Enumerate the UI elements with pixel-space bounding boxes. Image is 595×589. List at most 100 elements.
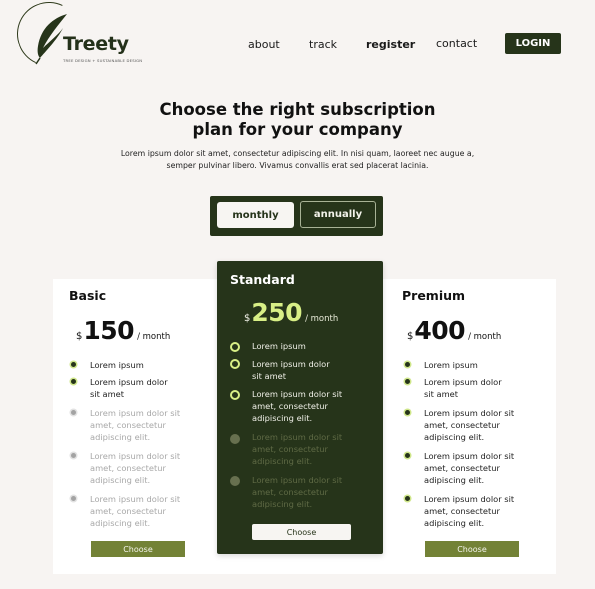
page-subtitle-line-1: Lorem ipsum dolor sit amet, consectetur … [120, 149, 475, 158]
feature-text: adipiscing elit. [90, 518, 151, 528]
nav-link-about[interactable]: about [248, 38, 280, 51]
price-period: / month [137, 332, 171, 342]
feature-text: amet, consectetur [252, 444, 328, 454]
plan-name-standard: Standard [230, 272, 295, 287]
feature-check-icon [405, 410, 410, 415]
choose-basic-button[interactable]: Choose [91, 541, 185, 557]
price-amount: 250 [251, 298, 303, 327]
feature-item-disabled: Lorem ipsum dolor sit amet, consectetur … [90, 450, 180, 486]
feature-disabled-icon [71, 453, 76, 458]
feature-text: Lorem ipsum dolor sit [90, 494, 181, 504]
login-button[interactable]: LOGIN [505, 33, 561, 54]
page-title: Choose the right subscription plan for y… [0, 100, 595, 140]
feature-text: amet, consectetur [424, 420, 500, 430]
feature-check-icon [71, 379, 76, 384]
feature-text: amet, consectetur [252, 487, 328, 497]
feature-item: Lorem ipsum [252, 340, 306, 352]
billing-period-toggle: monthly annually [210, 196, 383, 236]
monthly-toggle-button[interactable]: monthly [217, 202, 294, 228]
feature-text: Lorem ipsum dolor [252, 359, 330, 369]
price-currency: $ [76, 331, 83, 342]
feature-check-icon [405, 362, 410, 367]
feature-item: Lorem ipsum dolor sit amet, consectetur … [424, 493, 514, 529]
plan-price-basic: $ 150 / month [76, 316, 170, 345]
feature-text: Lorem ipsum dolor sit [90, 451, 181, 461]
plan-name-premium: Premium [402, 288, 466, 303]
feature-disabled-icon [71, 410, 76, 415]
plan-card-standard: Standard $ 250 / month Lorem ipsum Lorem… [217, 261, 383, 554]
feature-text: Lorem ipsum dolor [90, 377, 168, 387]
feature-text: Lorem ipsum dolor sit [252, 475, 343, 485]
feature-item-disabled: Lorem ipsum dolor sit amet, consectetur … [90, 407, 180, 443]
brand-name: Treety [63, 33, 129, 55]
annually-toggle-button[interactable]: annually [300, 201, 376, 228]
feature-text: amet, consectetur [90, 506, 166, 516]
feature-item: Lorem ipsum [424, 359, 478, 371]
site-header: Treety TREE DESIGN + SUSTAINABLE DESIGN … [0, 0, 595, 80]
feature-item-disabled: Lorem ipsum dolor sit amet, consectetur … [252, 474, 342, 510]
price-period: / month [305, 314, 339, 324]
feature-text: adipiscing elit. [90, 475, 151, 485]
plan-price-standard: $ 250 / month [244, 298, 338, 327]
nav-link-contact[interactable]: contact [436, 37, 477, 50]
price-amount: 400 [414, 316, 466, 345]
nav-link-register[interactable]: register [366, 38, 415, 51]
brand-logo[interactable]: Treety TREE DESIGN + SUSTAINABLE DESIGN [7, 0, 142, 76]
feature-disabled-icon [71, 496, 76, 501]
feature-text: amet, consectetur [424, 463, 500, 473]
feature-text: Lorem ipsum [424, 360, 478, 370]
feature-text: adipiscing elit. [252, 413, 313, 423]
feature-text: Lorem ipsum [252, 341, 306, 351]
feature-disabled-icon [230, 434, 240, 444]
choose-premium-button[interactable]: Choose [425, 541, 519, 557]
feature-text: adipiscing elit. [424, 475, 485, 485]
price-currency: $ [244, 313, 251, 324]
feature-item-disabled: Lorem ipsum dolor sit amet, consectetur … [90, 493, 180, 529]
choose-standard-button[interactable]: Choose [252, 524, 351, 540]
feature-text: amet, consectetur [252, 401, 328, 411]
feature-text: sit amet [252, 371, 287, 381]
feature-text: adipiscing elit. [424, 432, 485, 442]
feature-text: adipiscing elit. [424, 518, 485, 528]
page-title-line-1: Choose the right subscription [159, 100, 436, 119]
feature-check-icon [405, 496, 410, 501]
feature-item: Lorem ipsum dolor sit amet, consectetur … [252, 388, 342, 424]
price-amount: 150 [83, 316, 135, 345]
feature-item: Lorem ipsum dolor sit amet [252, 358, 330, 382]
feature-check-icon [405, 379, 410, 384]
feature-text: Lorem ipsum dolor sit [424, 408, 515, 418]
feature-text: amet, consectetur [90, 420, 166, 430]
feature-text: Lorem ipsum dolor sit [424, 494, 515, 504]
page-subtitle-line-2: semper pulvinar libero. Vivamus convalli… [166, 161, 429, 170]
feature-item: Lorem ipsum [90, 359, 144, 371]
feature-check-icon [230, 342, 240, 352]
feature-text: Lorem ipsum dolor sit [424, 451, 515, 461]
feature-text: Lorem ipsum dolor sit [252, 432, 343, 442]
feature-check-icon [230, 390, 240, 400]
plan-price-premium: $ 400 / month [407, 316, 501, 345]
price-currency: $ [407, 331, 414, 342]
feature-item: Lorem ipsum dolor sit amet, consectetur … [424, 407, 514, 443]
nav-link-track[interactable]: track [309, 38, 337, 51]
feature-text: adipiscing elit. [90, 432, 151, 442]
feature-item: Lorem ipsum dolor sit amet [424, 376, 502, 400]
feature-text: sit amet [90, 389, 125, 399]
feature-check-icon [405, 453, 410, 458]
feature-text: adipiscing elit. [252, 499, 313, 509]
feature-text: sit amet [424, 389, 459, 399]
feature-text: Lorem ipsum dolor sit [252, 389, 343, 399]
feature-text: Lorem ipsum dolor sit [90, 408, 181, 418]
feature-text: amet, consectetur [424, 506, 500, 516]
feature-text: amet, consectetur [90, 463, 166, 473]
feature-disabled-icon [230, 476, 240, 486]
feature-text: adipiscing elit. [252, 456, 313, 466]
feature-text: Lorem ipsum dolor [424, 377, 502, 387]
page-subtitle: Lorem ipsum dolor sit amet, consectetur … [100, 148, 495, 172]
page-title-line-2: plan for your company [192, 120, 403, 139]
brand-tagline: TREE DESIGN + SUSTAINABLE DESIGN [63, 58, 143, 63]
feature-item: Lorem ipsum dolor sit amet [90, 376, 168, 400]
feature-item-disabled: Lorem ipsum dolor sit amet, consectetur … [252, 431, 342, 467]
price-period: / month [468, 332, 502, 342]
feature-text: Lorem ipsum [90, 360, 144, 370]
plan-name-basic: Basic [69, 288, 107, 303]
